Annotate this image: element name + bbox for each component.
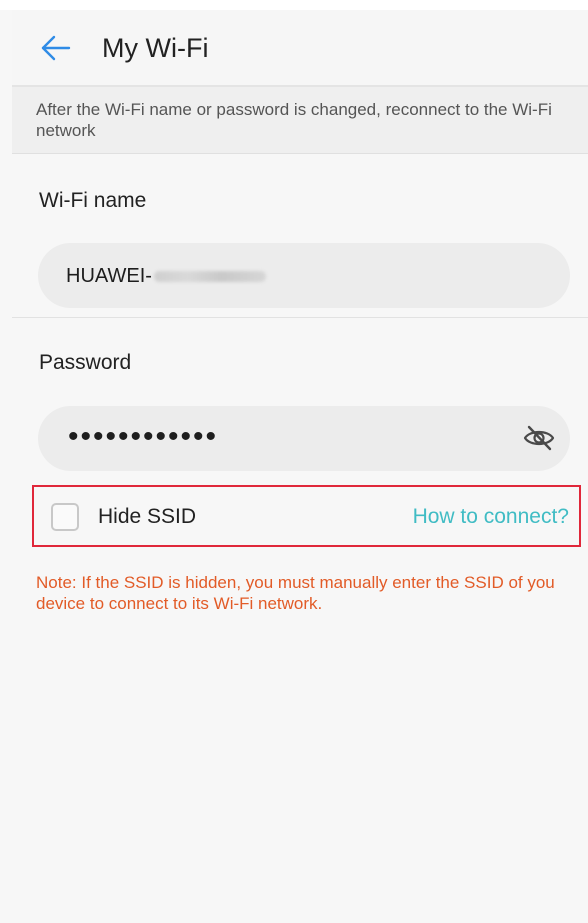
password-field[interactable]: •••••••••••• (38, 406, 570, 471)
wifi-name-value: HUAWEI- (66, 264, 266, 288)
arrow-left-icon (41, 35, 71, 61)
screen: My Wi-Fi After the Wi-Fi name or passwor… (0, 0, 588, 923)
hide-ssid-row: Hide SSID How to connect? (32, 485, 581, 547)
back-button[interactable] (38, 31, 72, 65)
hide-ssid-label: Hide SSID (98, 505, 197, 528)
page-title: My Wi-Fi (102, 33, 209, 63)
wifi-name-text: HUAWEI- (66, 265, 152, 287)
password-label: Password (39, 351, 132, 374)
eye-off-icon (523, 425, 555, 451)
how-to-connect-link[interactable]: How to connect? (413, 505, 569, 529)
app-bar: My Wi-Fi (12, 10, 588, 87)
status-strip (0, 0, 588, 10)
reconnect-notice: After the Wi-Fi name or password is chan… (12, 87, 588, 154)
wifi-name-field[interactable]: HUAWEI- (38, 243, 570, 308)
password-value: •••••••••••• (68, 420, 219, 453)
hidden-ssid-note: Note: If the SSID is hidden, you must ma… (36, 573, 555, 613)
wifi-name-label: Wi-Fi name (39, 189, 147, 212)
hide-ssid-checkbox[interactable] (51, 503, 79, 531)
section-divider (12, 317, 588, 318)
notice-text: After the Wi-Fi name or password is chan… (36, 100, 552, 140)
obscured-text (153, 271, 266, 283)
password-visibility-toggle[interactable] (522, 422, 556, 454)
